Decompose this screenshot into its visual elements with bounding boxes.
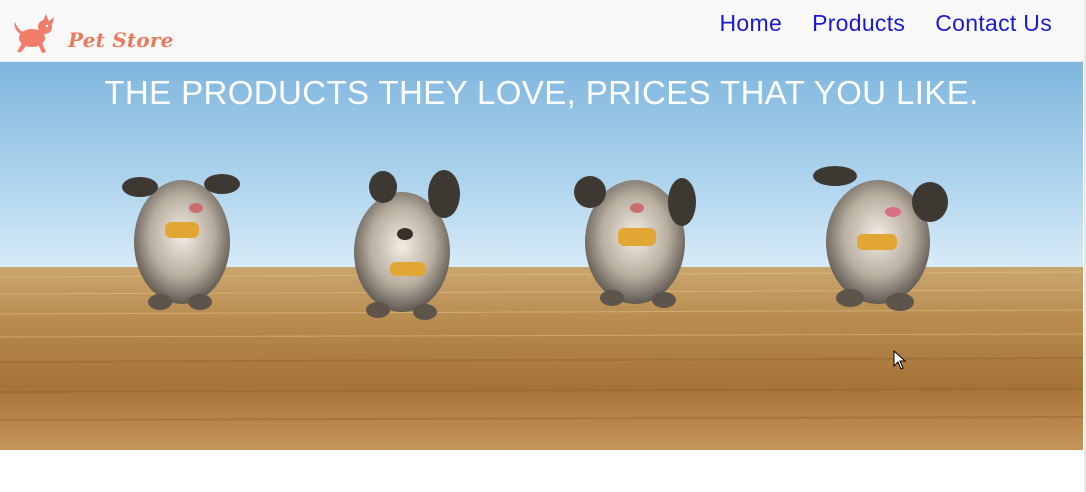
nav-products-link[interactable]: Products bbox=[812, 10, 905, 37]
dog-logo-icon bbox=[14, 14, 54, 53]
nav-home-link[interactable]: Home bbox=[720, 10, 783, 37]
main-nav: Home Products Contact Us bbox=[720, 10, 1053, 37]
brand-name: Pet Store bbox=[68, 28, 174, 52]
hero-banner: THE PRODUCTS THEY LOVE, PRICES THAT YOU … bbox=[0, 62, 1083, 450]
hero-title: THE PRODUCTS THEY LOVE, PRICES THAT YOU … bbox=[104, 74, 979, 111]
mouse-cursor-icon bbox=[893, 350, 907, 370]
navbar: Pet Store Home Products Contact Us bbox=[0, 0, 1084, 62]
hero-image bbox=[0, 62, 1083, 450]
nav-contact-link[interactable]: Contact Us bbox=[935, 10, 1052, 37]
page: Pet Store Home Products Contact Us THE P… bbox=[0, 0, 1086, 492]
brand-link[interactable]: Pet Store bbox=[12, 6, 174, 54]
